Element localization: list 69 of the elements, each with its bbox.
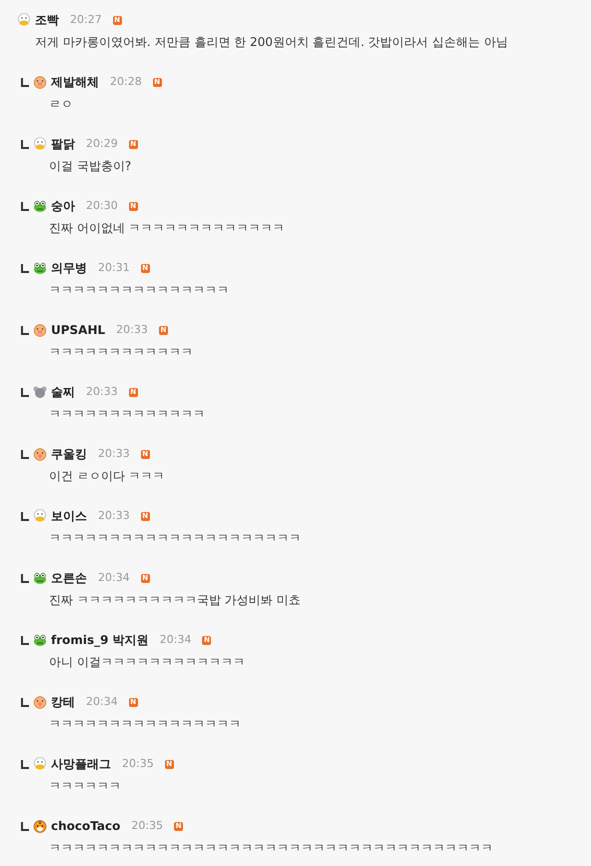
comment-time: 20:34 [98, 570, 130, 586]
reply-arrow-icon [21, 202, 29, 210]
comment-text: ㅋㅋㅋㅋㅋㅋㅋㅋㅋㅋㅋㅋㅋ [48, 406, 206, 423]
pig-icon [33, 695, 47, 709]
comment-text: ㅋㅋㅋㅋㅋㅋㅋㅋㅋㅋㅋㅋ [48, 344, 194, 361]
reply-arrow-icon [21, 760, 29, 768]
pig-icon [33, 447, 47, 461]
comment-text: ㅋㅋㅋㅋㅋㅋㅋㅋㅋㅋㅋㅋㅋㅋㅋㅋ [48, 716, 242, 733]
tiger-icon [33, 819, 47, 833]
mouse-icon [33, 385, 47, 399]
duck-icon [33, 509, 47, 523]
comment-text: 진짜 ㅋㅋㅋㅋㅋㅋㅋㅋㅋㅋ국밥 가성비봐 미쵸 [48, 592, 302, 609]
author-name[interactable]: chocoTaco [51, 817, 120, 835]
reply-arrow-icon [21, 388, 29, 396]
duck-icon [33, 137, 47, 151]
comment-text: ㅋㅋㅋㅋㅋㅋㅋㅋㅋㅋㅋㅋㅋㅋㅋㅋㅋㅋㅋㅋㅋㅋㅋㅋㅋㅋㅋㅋㅋㅋㅋㅋㅋㅋㅋㅋㅋ [48, 840, 494, 857]
comment-time: 20:35 [131, 818, 164, 834]
author-name[interactable]: 숭아 [51, 197, 75, 215]
frog-icon [33, 261, 47, 275]
author-name[interactable]: 보이스 [51, 507, 87, 525]
comment-time: 20:30 [86, 198, 118, 214]
author-name[interactable]: 오른손 [51, 569, 87, 587]
author-name[interactable]: 캉테 [51, 693, 75, 711]
reply-arrow-icon [21, 264, 29, 272]
author-name[interactable]: 쿠울킹 [51, 445, 87, 463]
comment-text: 이건 ㄹㅇ이다 ㅋㅋㅋ [48, 468, 166, 485]
reply-arrow-icon [21, 698, 29, 706]
comment-time: 20:31 [98, 260, 130, 276]
author-name[interactable]: fromis_9 박지원 [51, 631, 149, 649]
comment-text: 진짜 어이없네 ㅋㅋㅋㅋㅋㅋㅋㅋㅋㅋㅋㅋㅋ [48, 220, 286, 237]
pig-icon [33, 323, 47, 337]
frog-icon [33, 199, 47, 213]
reply-arrow-icon [21, 326, 29, 334]
reply-arrow-icon [21, 450, 29, 458]
reply-arrow-icon [21, 512, 29, 520]
comment-text: ㅋㅋㅋㅋㅋㅋㅋㅋㅋㅋㅋㅋㅋㅋㅋㅋㅋㅋㅋㅋㅋ [48, 530, 302, 547]
author-name[interactable]: 술찌 [51, 383, 75, 401]
frog-icon [33, 571, 47, 585]
reply-arrow-icon [21, 822, 29, 830]
author-name[interactable]: 의무병 [51, 259, 87, 277]
comment-time: 20:33 [86, 384, 118, 400]
author-name[interactable]: UPSAHL [51, 321, 106, 339]
pig-icon [33, 75, 47, 89]
author-name[interactable]: 사망플래그 [51, 755, 111, 773]
comment-time: 20:33 [98, 508, 130, 524]
comment-time: 20:28 [110, 74, 142, 90]
reply-arrow-icon [21, 140, 29, 148]
comment-text: 이걸 국밥충이? [48, 158, 132, 175]
comment-text: 저게 마카롱이였어봐. 저만큼 흘리면 한 200원어치 흘린건데. 갓밥이라서 십손해는 아님 [34, 34, 509, 51]
duck-icon [17, 13, 31, 27]
frog-icon [33, 633, 47, 647]
comment-text: ㄹㅇ [48, 96, 74, 113]
comment-time: 20:29 [86, 136, 118, 152]
reply-arrow-icon [21, 78, 29, 86]
comment-time: 20:33 [98, 446, 130, 462]
comment-time: 20:33 [116, 322, 148, 338]
comment-time: 20:35 [122, 756, 154, 772]
comment-time: 20:34 [160, 632, 192, 648]
comment-text: ㅋㅋㅋㅋㅋㅋ [48, 778, 122, 795]
author-name[interactable]: 팔닭 [51, 135, 75, 153]
comment-time: 20:34 [86, 694, 118, 710]
duck-icon [33, 757, 47, 771]
author-name[interactable]: 조빡 [35, 11, 59, 29]
comment-text: 아니 이걸ㅋㅋㅋㅋㅋㅋㅋㅋㅋㅋㅋㅋ [48, 654, 246, 671]
reply-arrow-icon [21, 636, 29, 644]
comment-time: 20:27 [70, 12, 102, 28]
author-name[interactable]: 제발해체 [51, 73, 99, 91]
comment-text: ㅋㅋㅋㅋㅋㅋㅋㅋㅋㅋㅋㅋㅋㅋㅋ [48, 282, 230, 299]
reply-arrow-icon [21, 574, 29, 582]
